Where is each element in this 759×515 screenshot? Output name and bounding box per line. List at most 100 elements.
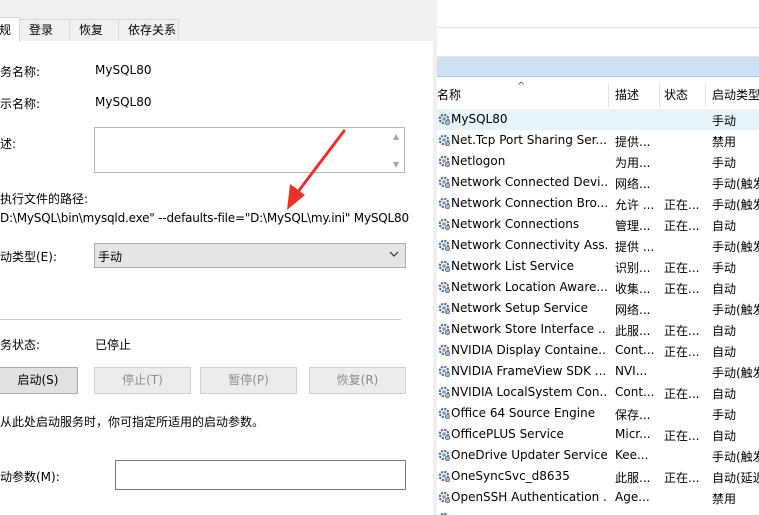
gear-icon xyxy=(437,448,451,462)
resume-button[interactable]: 恢复(R) xyxy=(309,367,406,394)
service-startup-type-cell: 自动 xyxy=(712,219,737,233)
service-name-cell: OpenSSH Authentication ... xyxy=(451,490,607,504)
service-startup-type-cell: 手动 xyxy=(712,408,737,422)
tab-label: 恢复 xyxy=(79,23,104,37)
gear-icon xyxy=(437,280,451,294)
service-startup-type-cell: 手动 xyxy=(712,261,737,275)
service-status-cell: 正在... xyxy=(664,282,700,296)
service-description-cell: 网络... xyxy=(615,303,651,317)
gear-icon xyxy=(437,175,451,189)
service-row[interactable]: NVIDIA Display Containe... Cont... 正在... 自动 xyxy=(437,340,759,361)
service-description-cell: 此服... xyxy=(615,471,651,485)
gear-icon xyxy=(437,427,451,441)
gear-icon xyxy=(437,385,451,399)
service-row[interactable]: OneDrive Updater Service Kee... 手动(触发 xyxy=(437,445,759,466)
service-startup-type-cell: 自动 xyxy=(712,345,737,359)
column-headers: 名称 描述 状态 启动类型 xyxy=(437,82,759,108)
service-row[interactable]: Netlogon 为用... 手动 xyxy=(437,151,759,172)
scroll-down-icon[interactable]: ▼ xyxy=(393,160,399,169)
tab-strip: 规 登录 恢复 依存关系 xyxy=(0,0,433,42)
service-name-cell: OfficePLUS Service xyxy=(451,427,564,441)
service-row[interactable]: Network Connectivity Ass... 提供 ... 手动(触发 xyxy=(437,235,759,256)
service-description-cell: Kee... xyxy=(615,448,649,462)
column-divider[interactable] xyxy=(659,83,660,107)
service-row[interactable]: Network Store Interface ... 此服... 正在... 自动 xyxy=(437,319,759,340)
gear-icon xyxy=(437,301,451,315)
service-startup-type-cell: 自动 xyxy=(712,429,737,443)
service-name-cell: Office 64 Source Engine xyxy=(451,406,596,420)
startup-type-select[interactable]: 手动 xyxy=(94,243,406,268)
display-name-value: MySQL80 xyxy=(95,95,152,109)
services-window: ^ 名称 描述 状态 启动类型 MySQL80 手动 Net.Tcp Port Sh… xyxy=(437,0,759,515)
service-name-cell: Network Setup Service xyxy=(451,301,589,315)
service-name-cell: MySQL80 xyxy=(451,112,508,126)
column-name[interactable]: 名称 xyxy=(437,82,461,108)
service-row[interactable]: Network Connected Devi... 网络... 手动(触发 xyxy=(437,172,759,193)
tab-label: 登录 xyxy=(29,23,54,37)
service-description-cell: NVI... xyxy=(615,364,648,378)
service-row[interactable]: Network Setup Service 网络... 手动(触发 xyxy=(437,298,759,319)
service-row[interactable] xyxy=(437,508,759,515)
service-description-cell: Cont... xyxy=(615,385,655,399)
tab-logon[interactable]: 登录 xyxy=(19,19,70,40)
column-divider[interactable] xyxy=(705,83,706,107)
service-row[interactable]: Network List Service 识别... 正在... 手动 xyxy=(437,256,759,277)
gear-icon xyxy=(437,154,451,168)
service-description-cell: 收集... xyxy=(615,282,651,296)
tab-label: 规 xyxy=(0,23,12,37)
start-params-label: 动参数(M): xyxy=(0,470,60,484)
description-box[interactable]: ▲ ▼ xyxy=(94,127,405,173)
column-description[interactable]: 描述 xyxy=(615,82,639,108)
service-status-cell: 正在... xyxy=(664,471,700,485)
start-params-input[interactable] xyxy=(115,460,406,490)
service-description-cell: 管理... xyxy=(615,219,651,233)
start-button[interactable]: 启动(S) xyxy=(0,367,78,394)
description-label: 述: xyxy=(0,137,17,151)
service-description-cell: Age... xyxy=(615,490,650,504)
gear-icon xyxy=(437,490,451,504)
service-row[interactable]: OfficePLUS Service Micr... 正在... 自动 xyxy=(437,424,759,445)
separator xyxy=(0,319,401,320)
service-row[interactable]: OneSyncSvc_d8635 此服... 正在... 自动(延迟 xyxy=(437,466,759,487)
service-status-value: 已停止 xyxy=(95,338,132,352)
tab-general[interactable]: 规 xyxy=(0,17,20,42)
scroll-up-icon[interactable]: ▲ xyxy=(393,132,399,141)
gear-icon xyxy=(437,196,451,210)
stop-button[interactable]: 停止(T) xyxy=(94,367,191,394)
service-name-cell: OneSyncSvc_d8635 xyxy=(451,469,570,483)
tab-dependencies[interactable]: 依存关系 xyxy=(118,19,179,40)
exe-path-value: D:\MySQL\bin\mysqld.exe" --defaults-file… xyxy=(0,211,409,225)
service-description-cell: 识别... xyxy=(615,261,651,275)
gear-icon xyxy=(437,133,451,147)
service-row[interactable]: OpenSSH Authentication ... Age... 禁用 xyxy=(437,487,759,508)
service-startup-type-cell: 手动(触发 xyxy=(712,450,759,464)
description-scrollbar[interactable]: ▲ ▼ xyxy=(390,128,404,172)
service-row[interactable]: MySQL80 手动 xyxy=(437,109,759,130)
service-row[interactable]: NVIDIA FrameView SDK ... NVI... 手动(触发 xyxy=(437,361,759,382)
service-description-cell: 此服... xyxy=(615,324,651,338)
pause-button[interactable]: 暂停(P) xyxy=(200,367,297,394)
service-row[interactable]: Network Connections 管理... 正在... 自动 xyxy=(437,214,759,235)
service-name-cell: Network Store Interface ... xyxy=(451,322,607,336)
pane-header-bar xyxy=(437,57,759,77)
service-startup-type-cell: 自动 xyxy=(712,282,737,296)
service-row[interactable]: NVIDIA LocalSystem Con... Cont... 正在... 自动 xyxy=(437,382,759,403)
column-divider[interactable] xyxy=(608,83,609,107)
tab-recovery[interactable]: 恢复 xyxy=(69,19,119,40)
service-status-cell: 正在... xyxy=(664,324,700,338)
service-name-value: MySQL80 xyxy=(95,63,152,77)
service-name-cell: Network Connected Devi... xyxy=(451,175,607,189)
column-status[interactable]: 状态 xyxy=(664,82,688,108)
toolbar xyxy=(437,28,759,57)
service-startup-type-cell: 手动(触发 xyxy=(712,303,759,317)
service-description-cell: 为用... xyxy=(615,156,651,170)
service-startup-type-cell: 手动(触发 xyxy=(712,240,759,254)
service-row[interactable]: Network Connection Bro... 允许 ... 正在... 手动(触… xyxy=(437,193,759,214)
service-row[interactable]: Office 64 Source Engine 保存... 手动 xyxy=(437,403,759,424)
service-name-label: 务名称: xyxy=(0,65,41,79)
column-startup-type[interactable]: 启动类型 xyxy=(712,82,759,108)
service-row[interactable]: Network Location Aware... 收集... 正在... 自动 xyxy=(437,277,759,298)
service-startup-type-cell: 禁用 xyxy=(712,135,737,149)
service-row[interactable]: Net.Tcp Port Sharing Ser... 提供... 禁用 xyxy=(437,130,759,151)
display-name-label: 示名称: xyxy=(0,97,41,111)
